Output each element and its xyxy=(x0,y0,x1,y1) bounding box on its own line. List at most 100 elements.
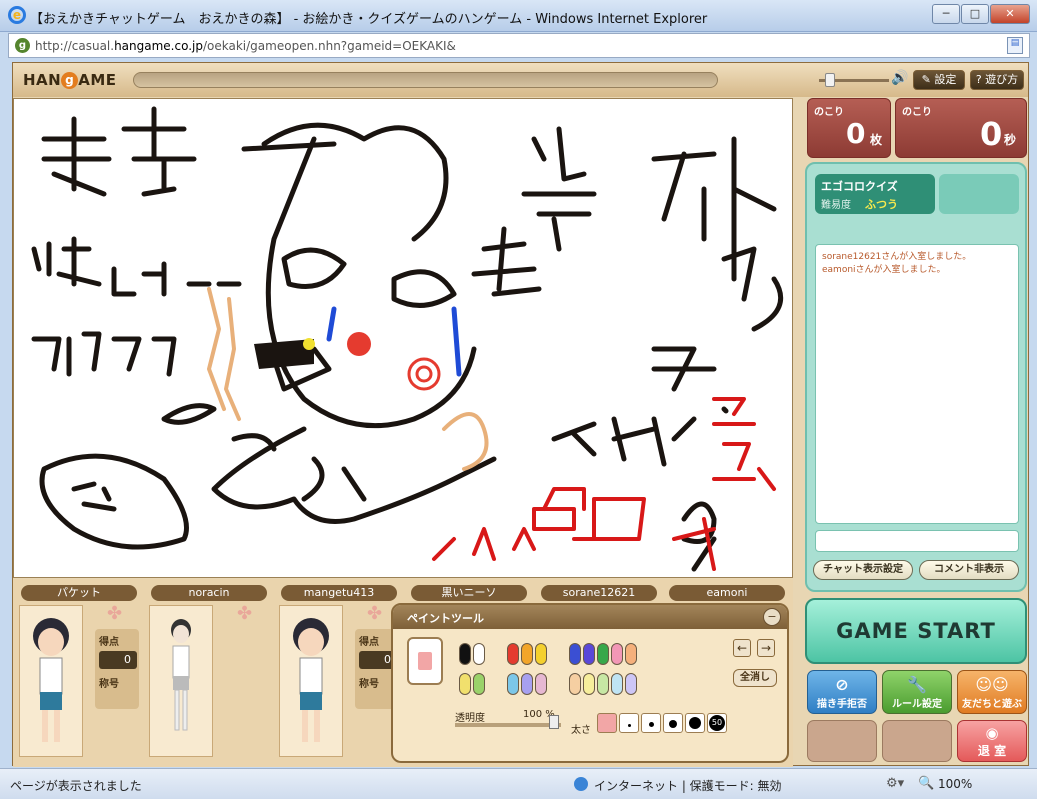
color-swatch[interactable] xyxy=(459,673,471,695)
paint-tool-titlebar[interactable]: ペイントツール − xyxy=(393,605,787,629)
clover-icon: ✤ xyxy=(237,603,253,624)
play-with-friends-label: 友だちと遊ぶ xyxy=(962,699,1022,710)
volume-knob[interactable] xyxy=(825,73,835,87)
quiz-chat-panel: エゴコロクイズ 難易度 ふつう sorane12621さんが入室しました。 ea… xyxy=(805,162,1027,592)
url-domain: hangame.co.jp xyxy=(114,39,203,53)
remaining-time-value: 0 xyxy=(980,115,1003,153)
site-favicon-icon: g xyxy=(15,38,30,53)
remaining-count-value: 0 xyxy=(846,117,866,150)
paint-tool-minimize-button[interactable]: − xyxy=(763,608,781,626)
compatibility-view-icon[interactable]: ▤ xyxy=(1007,37,1023,54)
brush-size-4[interactable] xyxy=(685,713,705,733)
opacity-knob[interactable] xyxy=(549,715,559,729)
rule-settings-button[interactable]: 🔧 ルール設定 xyxy=(882,670,952,714)
window-title: 【おえかきチャットゲーム おえかきの森】 - お絵かき・クイズゲームのハンゲーム… xyxy=(30,12,708,27)
hangame-logo: HAN g AME xyxy=(23,71,117,89)
color-swatch[interactable] xyxy=(583,643,595,665)
color-swatch[interactable] xyxy=(597,643,609,665)
color-swatch[interactable] xyxy=(569,643,581,665)
opacity-slider[interactable] xyxy=(455,723,561,727)
player-name: sorane12621 xyxy=(541,585,657,601)
color-swatch[interactable] xyxy=(611,673,623,695)
brush-size-1[interactable] xyxy=(619,713,639,733)
url-path: /oekaki/gameopen.nhn?gameid=OEKAKI& xyxy=(203,39,456,53)
undo-button[interactable]: ← xyxy=(733,639,751,657)
opacity-label: 透明度 xyxy=(455,713,485,724)
chat-settings-button[interactable]: チャット表示設定 xyxy=(813,560,913,580)
brush-size-3[interactable] xyxy=(663,713,683,733)
zoom-level[interactable]: 100% xyxy=(938,777,972,791)
minimize-button[interactable]: ─ xyxy=(932,4,960,24)
address-bar[interactable]: g http://casual.hangame.co.jp/oekaki/gam… xyxy=(8,33,1030,58)
ie-icon: e xyxy=(8,6,26,24)
clear-all-button[interactable]: 全消し xyxy=(733,669,777,687)
paint-tool-title: ペイントツール xyxy=(407,612,484,625)
color-swatch[interactable] xyxy=(597,673,609,695)
brush-size-2[interactable] xyxy=(641,713,661,733)
refuse-drawer-button[interactable]: ⊘ 描き手拒否 xyxy=(807,670,877,714)
color-swatch[interactable] xyxy=(569,673,581,695)
logo-text-post: AME xyxy=(78,71,117,89)
brush-preview xyxy=(407,637,443,685)
url-prefix: http://casual. xyxy=(35,39,115,53)
settings-button[interactable]: ✎ 設定 xyxy=(913,70,965,90)
chat-line: eamoniさんが入室しました。 xyxy=(822,265,946,275)
player-slot[interactable]: mangetu413 ✤ 得点 0 称号 xyxy=(275,583,403,765)
color-swatch[interactable] xyxy=(507,673,519,695)
speaker-icon[interactable]: 🔊 xyxy=(891,70,908,86)
comment-hide-button[interactable]: コメント非表示 xyxy=(919,560,1019,580)
chat-line: sorane12621さんが入室しました。 xyxy=(822,252,972,262)
redo-button[interactable]: → xyxy=(757,639,775,657)
player-slot[interactable]: パケット ✤ 得点 0 称号 xyxy=(15,583,143,765)
right-panel: のこり 0 枚 のこり 0 秒 エゴコロクイズ 難易度 ふつう sorane12… xyxy=(795,98,1028,767)
game-window: HAN g AME 🔊 ✎ 設定 ? 遊び方 パケット ✤ 得点 0 称号 no… xyxy=(12,62,1029,767)
color-swatch[interactable] xyxy=(473,643,485,665)
maximize-button[interactable]: □ xyxy=(961,4,989,24)
clover-icon: ✤ xyxy=(107,603,123,624)
close-button[interactable]: ✕ xyxy=(990,4,1030,24)
volume-slider[interactable] xyxy=(819,73,891,87)
player-point-label: 得点 xyxy=(99,637,119,648)
brush-size-eraser[interactable] xyxy=(597,713,617,733)
play-with-friends-button[interactable]: ☺☺ 友だちと遊ぶ xyxy=(957,670,1027,714)
game-start-button[interactable]: GAME START xyxy=(805,598,1027,664)
player-slot[interactable]: noracin ✤ xyxy=(145,583,273,765)
player-avatar xyxy=(279,605,343,757)
color-swatch[interactable] xyxy=(521,643,533,665)
color-swatch[interactable] xyxy=(521,673,533,695)
remaining-time-unit: 秒 xyxy=(1004,133,1017,147)
color-swatch[interactable] xyxy=(611,643,623,665)
drawing-canvas[interactable] xyxy=(13,98,793,578)
friends-icon: ☺☺ xyxy=(975,675,1009,694)
help-button[interactable]: ? 遊び方 xyxy=(970,70,1024,90)
address-url[interactable]: http://casual.hangame.co.jp/oekaki/gameo… xyxy=(35,39,456,53)
refuse-drawer-label: 描き手拒否 xyxy=(817,699,867,710)
color-swatch[interactable] xyxy=(459,643,471,665)
window-titlebar: e 【おえかきチャットゲーム おえかきの森】 - お絵かき・クイズゲームのハンゲ… xyxy=(0,0,1037,32)
empty-slot xyxy=(882,720,952,762)
color-swatch[interactable] xyxy=(473,673,485,695)
color-swatch[interactable] xyxy=(535,643,547,665)
color-swatch[interactable] xyxy=(507,643,519,665)
color-swatch[interactable] xyxy=(625,643,637,665)
color-swatch[interactable] xyxy=(625,673,637,695)
paint-tool-panel: ペイントツール − ← → 全消し 透明度 100 % 太さ 50 xyxy=(391,603,789,763)
brush-size-label: 太さ xyxy=(571,725,591,736)
remaining-time-box: のこり 0 秒 xyxy=(895,98,1027,158)
color-swatch[interactable] xyxy=(583,673,595,695)
security-zone[interactable]: インターネット | 保護モード: 無効 xyxy=(594,777,782,794)
color-swatch[interactable] xyxy=(535,673,547,695)
turn-progress-bar xyxy=(133,72,718,88)
leave-room-button[interactable]: ◉ 退 室 xyxy=(957,720,1027,762)
zoom-icon[interactable]: 🔍 xyxy=(918,776,934,791)
chat-input[interactable] xyxy=(815,530,1019,552)
chat-log: sorane12621さんが入室しました。 eamoniさんが入室しました。 xyxy=(815,244,1019,524)
player-name: noracin xyxy=(151,585,267,601)
tools-icon[interactable]: ⚙▾ xyxy=(886,776,904,791)
rule-settings-label: ルール設定 xyxy=(892,699,942,710)
brush-size-5[interactable]: 50 xyxy=(707,713,727,733)
remaining-count-box: のこり 0 枚 xyxy=(807,98,891,158)
quiz-header: エゴコロクイズ 難易度 ふつう xyxy=(815,174,935,214)
exit-bulb-icon: ◉ xyxy=(985,724,999,742)
empty-slot xyxy=(807,720,877,762)
